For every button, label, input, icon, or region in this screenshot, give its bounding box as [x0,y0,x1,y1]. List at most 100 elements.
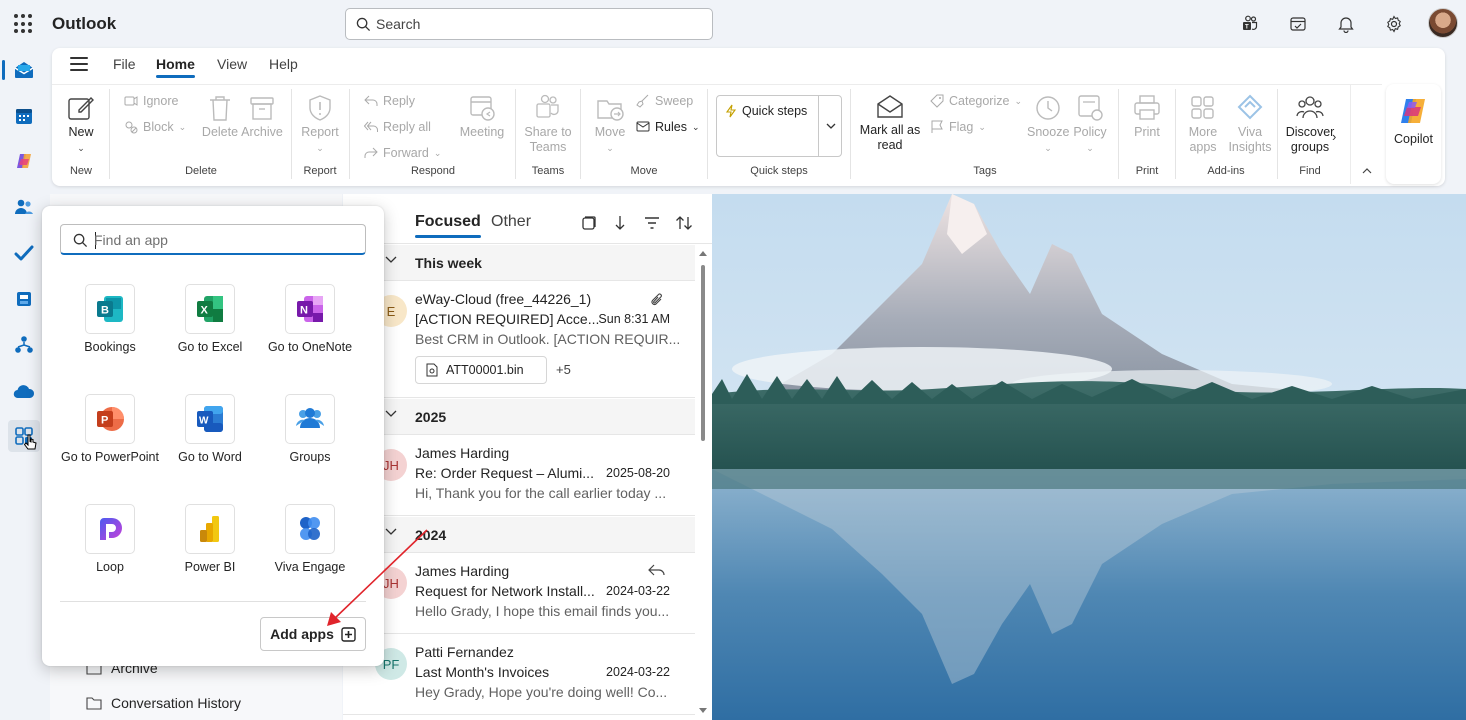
message-item[interactable]: JH James Harding Request for Network Ins… [343,554,695,634]
section-header-2024[interactable]: 2024 [343,517,695,553]
more-attachments-count[interactable]: +5 [556,362,571,377]
discover-groups-button[interactable]: Discover groups [1282,93,1338,155]
app-onenote[interactable]: N Go to OneNote [260,284,360,354]
rail-copilot[interactable] [8,145,40,177]
settings-gear-icon[interactable] [1382,12,1406,36]
archive-box-icon [250,97,274,120]
meeting-button[interactable]: Meeting [456,93,508,140]
message-item[interactable]: PF Patti Fernandez Last Month's Invoices… [343,635,695,715]
forward-button[interactable]: Forward ⌄ [364,146,441,160]
reply-arrow-icon [364,95,378,106]
app-power-bi[interactable]: Power BI [160,504,260,574]
section-header-2025[interactable]: 2025 [343,399,695,435]
more-apps-button[interactable]: More apps [1182,93,1224,155]
select-mode-icon[interactable] [578,213,598,233]
viva-insights-button[interactable]: Viva Insights [1226,93,1274,155]
rail-org-explorer[interactable] [8,329,40,361]
tab-focused[interactable]: Focused [415,213,481,238]
app-label: Viva Engage [274,560,346,574]
new-mail-button[interactable]: New ⌄ [62,93,100,156]
group-label-teams: Teams [531,165,565,177]
app-viva-engage[interactable]: Viva Engage [260,504,360,574]
tab-view[interactable]: View [217,56,247,72]
tab-other[interactable]: Other [491,213,531,231]
app-bookings[interactable]: B Bookings [60,284,160,354]
message-date: 2024-03-22 [606,665,670,679]
cloud-icon [13,385,35,399]
policy-button[interactable]: Policy ⌄ [1070,93,1110,156]
group-label-tags: Tags [973,165,997,177]
flag-button[interactable]: Flag ⌄ [930,120,986,134]
message-list-header: Focused Other [343,194,712,244]
group-label-respond: Respond [410,165,456,177]
move-button[interactable]: Move ⌄ [590,93,630,156]
section-header-this-week[interactable]: This week [343,245,695,281]
ignore-button[interactable]: Ignore [124,94,178,108]
app-groups[interactable]: Groups [260,394,360,464]
rail-calendar[interactable] [8,100,40,132]
attachment-chip[interactable]: ATT00001.bin [415,356,547,384]
viva-insights-label: Viva Insights [1228,125,1272,154]
message-item[interactable]: E eWay-Cloud (free_44226_1) [ACTION REQU… [343,282,695,398]
attachment-name: ATT00001.bin [446,363,524,377]
org-chart-icon [15,336,33,353]
folder-conversation-history[interactable]: Conversation History [86,695,241,711]
block-button[interactable]: Block ⌄ [124,120,186,134]
categorize-button[interactable]: Categorize ⌄ [930,94,1022,108]
section-title: This week [415,255,482,271]
rail-people[interactable] [8,191,40,223]
add-apps-button[interactable]: Add apps [260,617,366,651]
sweep-label: Sweep [655,94,694,108]
scroll-thumb[interactable] [701,265,705,441]
message-item[interactable]: JH James Harding Re: Order Request – Alu… [343,436,695,516]
report-button[interactable]: Report ⌄ [299,93,341,156]
account-avatar[interactable] [1428,8,1458,38]
app-excel[interactable]: X Go to Excel [160,284,260,354]
app-word[interactable]: W Go to Word [160,394,260,464]
find-app-search-box[interactable] [60,224,366,255]
app-label: Go to OneNote [267,340,353,354]
app-loop[interactable]: Loop [60,504,160,574]
rules-button[interactable]: Rules ⌄ [636,120,700,134]
sort-icon[interactable] [674,213,694,233]
jump-to-icon[interactable] [610,213,630,233]
reply-all-button[interactable]: Reply all [364,120,431,134]
rail-apps[interactable] [8,420,40,452]
tab-file[interactable]: File [113,56,136,72]
teams-icon[interactable]: T [1238,12,1262,36]
find-app-input[interactable] [94,230,354,250]
hamburger-menu-icon[interactable] [70,57,88,71]
rail-mail[interactable] [2,54,40,86]
search-input[interactable] [376,14,696,34]
sweep-button[interactable]: Sweep [636,94,693,108]
tab-help[interactable]: Help [269,56,298,72]
app-powerpoint[interactable]: P Go to PowerPoint [60,394,160,464]
rail-onedrive[interactable] [8,375,40,407]
copilot-button[interactable]: Copilot [1386,84,1441,184]
notifications-bell-icon[interactable] [1334,12,1358,36]
share-to-teams-button[interactable]: Share to Teams [522,93,574,155]
app-label: Go to PowerPoint [61,450,159,464]
collapse-ribbon-button[interactable] [1350,84,1382,184]
message-list-scrollbar[interactable] [698,250,708,716]
archive-button[interactable]: Archive [241,93,283,140]
ribbon-scroll-right-icon[interactable]: › [1332,129,1336,144]
files-icon [17,292,31,306]
tab-home[interactable]: Home [156,56,195,78]
rail-todo[interactable] [8,237,40,269]
search-box[interactable] [345,8,713,40]
app-launcher-icon[interactable] [14,14,34,34]
bookings-icon: B [85,284,135,334]
search-icon [73,233,88,248]
snooze-button[interactable]: Snooze ⌄ [1027,93,1069,156]
quick-steps-dropdown[interactable] [818,95,843,157]
message-date: 2025-08-20 [606,466,670,480]
quick-steps-item[interactable]: Quick steps [725,104,807,118]
my-day-icon[interactable] [1286,12,1310,36]
print-button[interactable]: Print [1126,93,1168,140]
reply-button[interactable]: Reply [364,94,415,108]
mark-all-read-button[interactable]: Mark all as read [857,93,923,153]
filter-icon[interactable] [642,213,662,233]
delete-button[interactable]: Delete [201,93,239,140]
rail-onedrive-files[interactable] [8,283,40,315]
